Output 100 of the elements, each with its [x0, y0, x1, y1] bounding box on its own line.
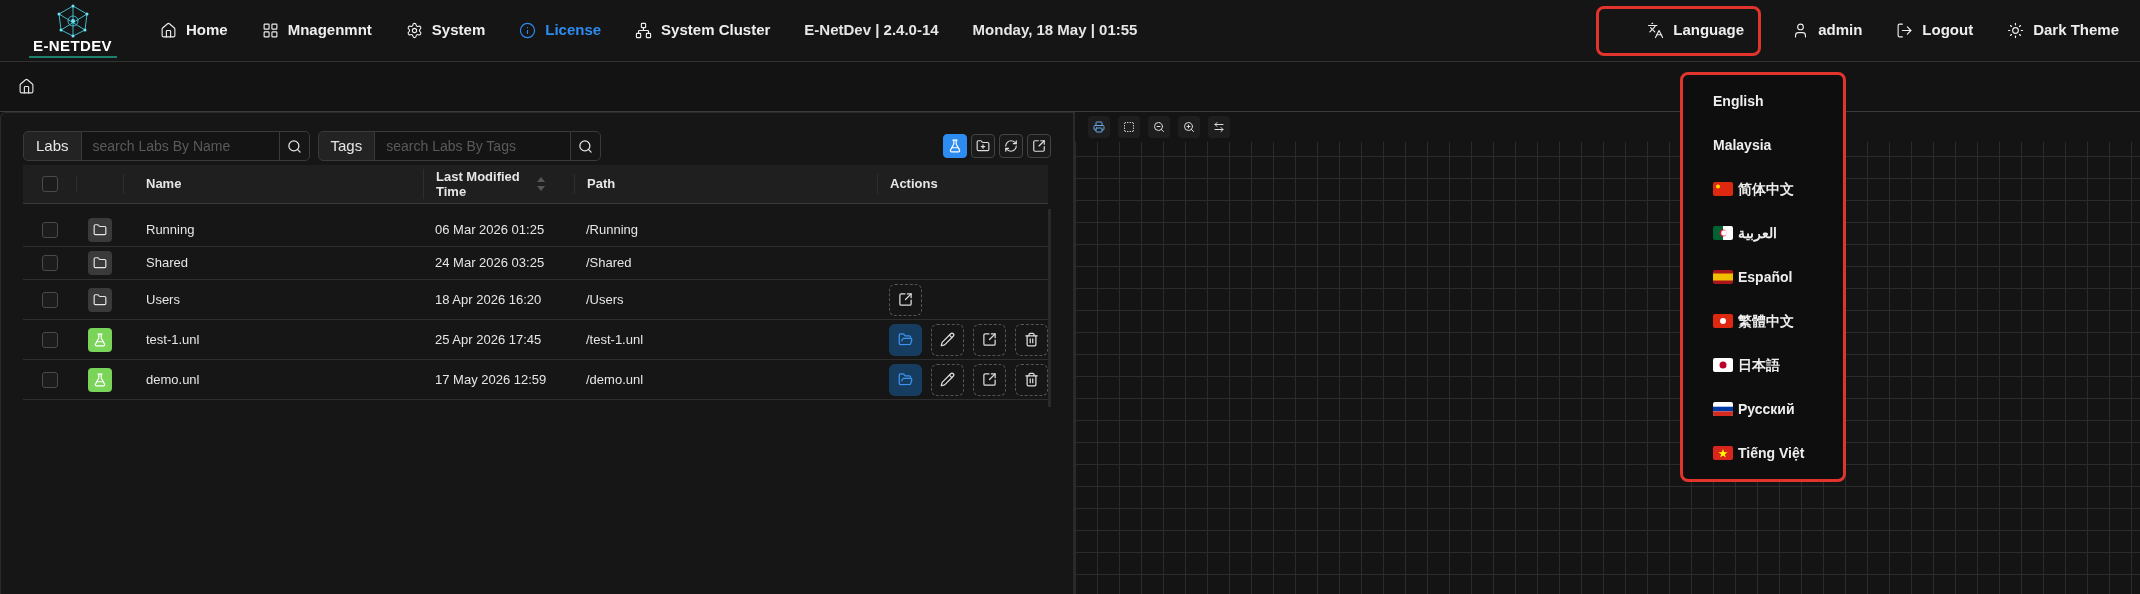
table-row[interactable]: Running 06 Mar 2026 01:25 /Running [23, 214, 1048, 247]
table-row[interactable]: demo.unl 17 May 2026 12:59 /demo.unl [23, 360, 1048, 400]
folder-icon [898, 332, 913, 347]
search-button[interactable] [278, 131, 310, 161]
open-button[interactable] [889, 363, 922, 396]
logout-icon [1896, 22, 1914, 39]
network-icon [635, 22, 653, 39]
export-icon [982, 372, 997, 387]
table-row[interactable]: test-1.unl 25 Apr 2026 17:45 /test-1.unl [23, 320, 1048, 360]
flask-icon [88, 367, 112, 392]
folder-icon [88, 218, 112, 242]
column-header[interactable]: Actions [890, 176, 938, 192]
fit-button[interactable] [1208, 116, 1230, 138]
zoom-in-button[interactable] [1178, 116, 1200, 138]
column-header[interactable]: Name [146, 176, 182, 192]
nav-link[interactable]: Home [160, 19, 228, 42]
zoom-in-icon [1183, 121, 1195, 133]
path-cell: /Shared [586, 255, 632, 271]
search-button[interactable] [570, 131, 602, 161]
version-text: E-NetDev | 2.4.0-14 [804, 20, 939, 41]
language-option[interactable]: Русский [1713, 387, 1843, 431]
row-checkbox[interactable] [42, 371, 58, 388]
nav-link[interactable]: System [405, 19, 486, 42]
folder-icon [88, 251, 112, 275]
modified-cell: 06 Mar 2026 01:25 [435, 222, 545, 238]
row-checkbox[interactable] [42, 331, 58, 348]
search-icon [286, 138, 302, 154]
zoom-out-icon [1153, 121, 1165, 133]
refresh-icon [1004, 139, 1018, 153]
folder-icon [88, 287, 112, 312]
export-button[interactable] [973, 363, 1006, 396]
edit-button[interactable] [931, 323, 964, 356]
modified-cell: 17 May 2026 12:59 [435, 371, 547, 387]
date-time: Monday, 18 May | 01:55 [972, 20, 1138, 41]
toolbar-button[interactable] [1027, 134, 1051, 158]
pencil-icon [940, 372, 955, 387]
language-option[interactable]: English [1713, 79, 1843, 123]
folder-icon [898, 372, 913, 387]
header-menu-button[interactable]: admin [1789, 5, 1866, 56]
language-option[interactable]: 简体中文 [1713, 167, 1843, 211]
nav-link[interactable]: Mnagenmnt [261, 19, 372, 42]
flag-icon [1713, 446, 1733, 460]
trash-icon [1024, 332, 1039, 347]
flag-icon [1713, 358, 1733, 372]
table-row[interactable]: Users 18 Apr 2026 16:20 /Users [23, 280, 1048, 320]
nav-link[interactable]: System Cluster [635, 19, 771, 42]
sun-icon [2007, 22, 2025, 39]
zoom-out-button[interactable] [1148, 116, 1170, 138]
name-cell: demo.unl [146, 371, 200, 387]
row-checkbox[interactable] [41, 176, 58, 192]
column-header[interactable]: Path [587, 176, 616, 192]
print-button[interactable] [1088, 116, 1110, 138]
nav-link[interactable]: License [519, 19, 602, 42]
language-option[interactable]: 日本語 [1713, 343, 1843, 387]
printer-icon [1093, 121, 1105, 133]
header-menu-button[interactable]: Logout [1893, 5, 1977, 56]
toolbar-button[interactable] [999, 134, 1023, 158]
search-icon [578, 138, 594, 154]
flag-icon [1713, 226, 1733, 240]
open-button[interactable] [889, 323, 922, 356]
search-field[interactable]: search Labs By Name [81, 131, 279, 161]
language-icon [1647, 22, 1665, 39]
path-cell: /test-1.unl [586, 331, 644, 347]
path-cell: /demo.unl [586, 371, 644, 387]
path-cell: /Running [586, 222, 639, 238]
export-icon [1032, 139, 1046, 153]
modified-cell: 18 Apr 2026 16:20 [435, 291, 542, 307]
row-checkbox[interactable] [42, 291, 58, 308]
row-checkbox[interactable] [42, 255, 58, 271]
export-button[interactable] [973, 323, 1006, 356]
select-button[interactable] [1118, 116, 1140, 138]
language-option[interactable]: 繁體中文 [1713, 299, 1843, 343]
language-option[interactable]: Tiếng Việt [1713, 431, 1843, 475]
info-icon [519, 22, 537, 39]
export-button[interactable] [889, 283, 922, 316]
name-cell: Users [146, 291, 180, 307]
edit-button[interactable] [931, 363, 964, 396]
column-header[interactable]: Last Modified Time [436, 169, 536, 199]
toolbar-button[interactable] [943, 134, 967, 158]
language-option[interactable]: العربية [1713, 211, 1843, 255]
flag-icon [1713, 270, 1733, 284]
home-icon[interactable] [18, 78, 35, 95]
pencil-icon [940, 332, 955, 347]
modified-cell: 25 Apr 2026 17:45 [435, 331, 542, 347]
language-option[interactable]: Español [1713, 255, 1843, 299]
language-option[interactable]: Malaysia [1713, 123, 1843, 167]
path-cell: /Users [586, 291, 624, 307]
flask-icon [88, 327, 112, 352]
toolbar-button[interactable] [971, 134, 995, 158]
flag-icon [1713, 314, 1733, 328]
flag-icon [1713, 182, 1733, 196]
logo-text: E-NETDEV [33, 37, 112, 53]
row-checkbox[interactable] [42, 222, 58, 238]
select-icon [1123, 121, 1135, 133]
header-menu-button[interactable]: Language [1596, 5, 1762, 56]
table-row[interactable]: Shared 24 Mar 2026 03:25 /Shared [23, 247, 1048, 280]
search-label: Labs [23, 131, 82, 161]
search-field[interactable]: search Labs By Tags [375, 131, 571, 161]
flag-icon [1713, 402, 1733, 416]
header-menu-button[interactable]: Dark Theme [2004, 5, 2122, 56]
